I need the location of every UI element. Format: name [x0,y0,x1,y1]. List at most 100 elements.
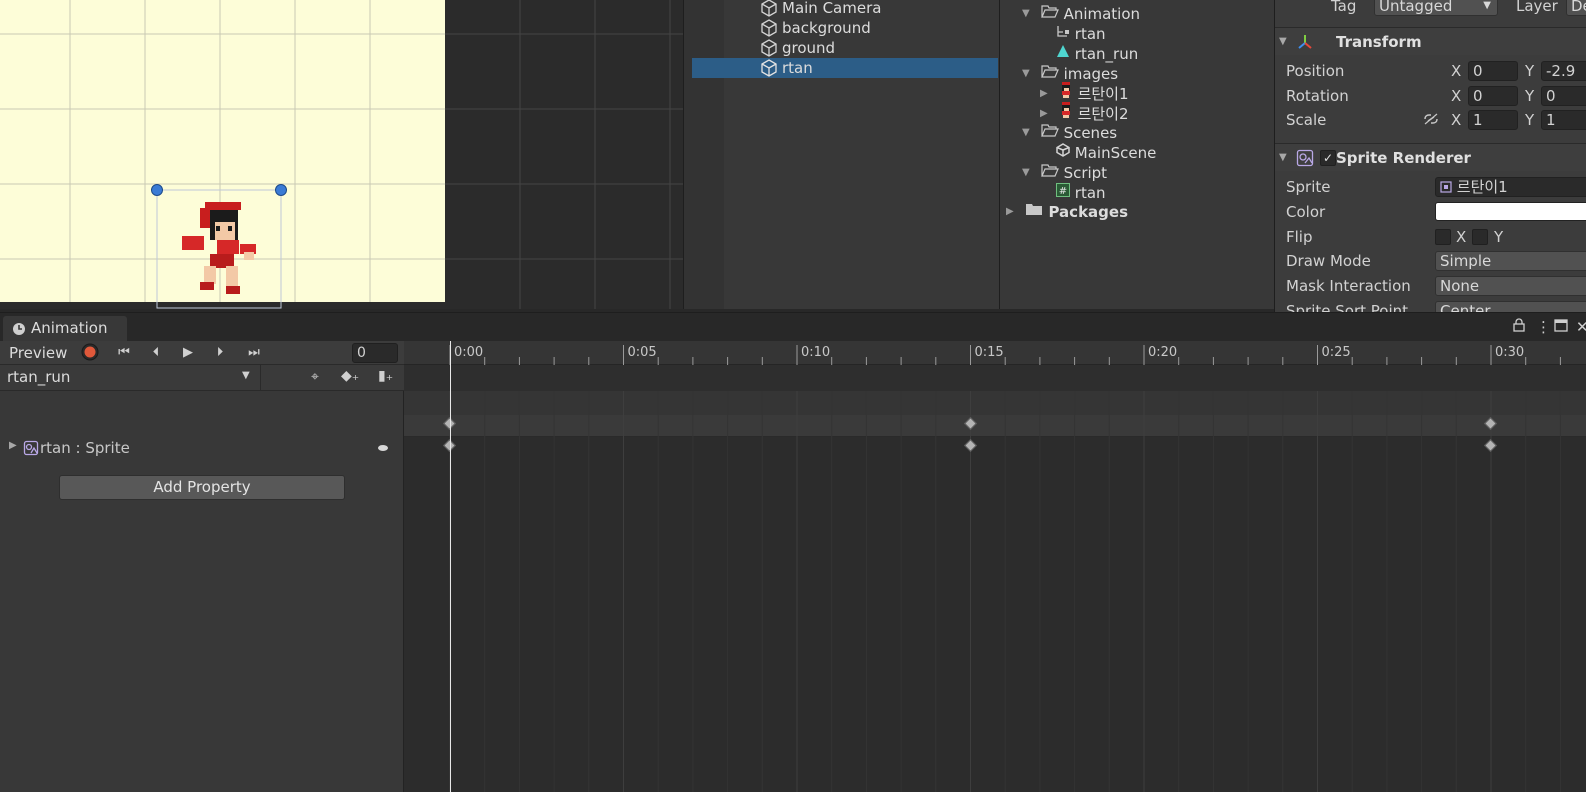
animation-property-pane: Preview ⏮ ⏴︎ ▶ ⏵︎ ⏭ 0 rtan_run ▼ ⌖ ◆₊ ▮₊… [0,341,404,792]
record-icon [81,343,99,361]
scale-y-input[interactable]: 1 [1541,110,1586,130]
sprite-renderer-enabled-checkbox[interactable]: ✓ [1320,150,1336,166]
sprite-renderer-component-header[interactable]: ▼ ✓ Sprite Renderer [1275,143,1586,171]
project-folder-script[interactable]: ▼ Script [1022,162,1107,182]
expand-closed-icon[interactable]: ▶ [1040,84,1054,104]
flip-x-checkbox[interactable] [1435,229,1451,245]
expand-closed-icon[interactable]: ▶ [9,440,17,451]
add-event-icon[interactable]: ▮₊ [378,368,393,384]
position-y-input[interactable]: -2.9 [1541,61,1586,81]
first-keyframe-button[interactable]: ⏮ [109,343,139,363]
foldout-open-icon[interactable]: ▼ [1279,28,1287,56]
expand-open-icon[interactable]: ▼ [1022,64,1036,84]
play-button[interactable]: ▶ [173,343,203,363]
project-asset-rtan-controller[interactable]: rtan [1056,23,1106,43]
color-label: Color [1286,203,1326,221]
last-keyframe-button[interactable]: ⏭ [239,343,269,363]
tag-dropdown[interactable]: Untagged ▼ [1374,0,1498,16]
project-item-label: Packages [1048,202,1129,221]
csharp-script-icon: # [1056,183,1070,197]
unity-scene-icon [1056,143,1070,157]
color-swatch[interactable] [1435,202,1586,221]
project-asset-sprite-2[interactable]: ▶ 르탄이2 [1040,102,1129,124]
hierarchy-item-main-camera[interactable]: Main Camera [684,0,999,18]
constrain-proportions-link-icon[interactable] [1423,112,1439,126]
draw-mode-dropdown[interactable]: Simple [1435,251,1586,271]
animator-controller-icon [1057,26,1069,37]
ruler-label: 0:30 [1495,345,1525,360]
project-asset-main-scene[interactable]: MainScene [1056,142,1156,162]
scene-view[interactable] [0,0,683,309]
expand-open-icon[interactable]: ▼ [1022,123,1036,143]
scale-y-label: Y [1525,111,1535,129]
flip-y-checkbox[interactable] [1472,229,1488,245]
add-property-button[interactable]: Add Property [59,475,345,500]
ruler-label: 0:15 [974,345,1004,360]
rtan-character-sprite[interactable] [182,202,256,294]
lock-icon[interactable] [1513,318,1525,336]
transform-component-header[interactable]: ▼ Transform [1275,27,1586,55]
layer-value: De [1571,0,1586,15]
current-frame-input[interactable]: 0 [352,343,398,363]
hierarchy-item-background[interactable]: background [684,18,999,38]
kebab-menu-icon[interactable]: ⋮ [1536,318,1551,336]
folder-open-icon [1040,65,1059,78]
add-keyframe-icon[interactable]: ◆₊ [341,368,359,384]
project-asset-rtan-script[interactable]: # rtan [1056,182,1106,202]
folder-closed-icon [1026,204,1043,215]
position-x-input[interactable]: 0 [1468,61,1518,81]
mask-interaction-dropdown[interactable]: None [1435,276,1586,296]
project-item-label: MainScene [1074,143,1157,162]
project-item-label: rtan_run [1074,44,1139,63]
next-keyframe-button[interactable]: ⏵︎ [205,343,235,363]
tab-animation[interactable]: Animation [3,316,127,341]
expand-open-icon[interactable]: ▼ [1022,4,1036,24]
sprite-sort-point-dropdown[interactable]: Center [1435,301,1586,312]
property-options-icon[interactable] [378,445,388,451]
scene-resize-handle-top-left[interactable] [151,184,163,196]
project-item-label: 르탄이2 [1077,104,1129,123]
scene-resize-handle-top-right[interactable] [275,184,287,196]
property-label: rtan : Sprite [40,439,130,457]
clip-dropdown[interactable]: rtan_run ▼ [0,365,260,390]
animation-clip-icon [1057,45,1069,57]
hierarchy-item-label: rtan [782,59,813,77]
scale-x-input[interactable]: 1 [1468,110,1518,130]
project-asset-rtan-run-clip[interactable]: rtan_run [1056,43,1138,63]
scale-x-label: X [1451,111,1462,129]
hierarchy-item-rtan[interactable]: rtan [692,58,998,78]
sprite-renderer-icon [23,440,39,456]
playhead-line[interactable] [450,341,451,792]
sprite-asset-icon [1440,181,1452,193]
project-asset-sprite-1[interactable]: ▶ 르탄이1 [1040,82,1129,104]
layer-dropdown[interactable]: De [1566,0,1586,16]
flip-x-label: X [1456,228,1467,246]
ruler-label: 0:20 [1148,345,1178,360]
preview-button[interactable]: Preview [9,343,67,363]
property-row-rtan-sprite[interactable]: ▶ rtan : Sprite [0,437,404,461]
record-button[interactable] [75,343,105,363]
timeline-grid [449,345,1561,792]
maximize-icon[interactable] [1554,318,1568,336]
project-folder-scenes[interactable]: ▼ Scenes [1022,122,1117,142]
sprite-object-field[interactable]: 르탄이1 [1435,177,1586,197]
project-folder-animation[interactable]: ▼ Animation [1022,3,1140,23]
filter-by-selection-icon[interactable]: ⌖ [311,369,319,385]
dopesheet-timeline[interactable]: 0:00 0:05 0:10 0:15 0:20 0:25 0:30 [404,341,1586,792]
hierarchy-item-ground[interactable]: ground [684,38,999,58]
project-folder-images[interactable]: ▼ images [1022,63,1118,83]
expand-closed-icon[interactable]: ▶ [1040,104,1054,124]
animation-tab-bar: Animation ⋮ ✕ [0,313,1586,341]
rotation-y-input[interactable]: 0 [1541,86,1586,106]
transform-axes-icon [1298,35,1312,49]
clip-selector-row: rtan_run ▼ ⌖ ◆₊ ▮₊ [0,365,404,391]
close-icon[interactable]: ✕ [1576,318,1586,336]
project-panel: ▼ Animation rtan rtan_run ▼ images ▶ 르탄이… [999,0,1274,309]
chevron-down-icon: ▼ [1483,0,1491,11]
foldout-open-icon[interactable]: ▼ [1279,144,1287,172]
rotation-x-input[interactable]: 0 [1468,86,1518,106]
project-folder-packages[interactable]: ▶ Packages [1006,201,1128,221]
expand-open-icon[interactable]: ▼ [1022,163,1036,183]
expand-closed-icon[interactable]: ▶ [1006,202,1020,222]
previous-keyframe-button[interactable]: ⏴︎ [141,343,171,363]
